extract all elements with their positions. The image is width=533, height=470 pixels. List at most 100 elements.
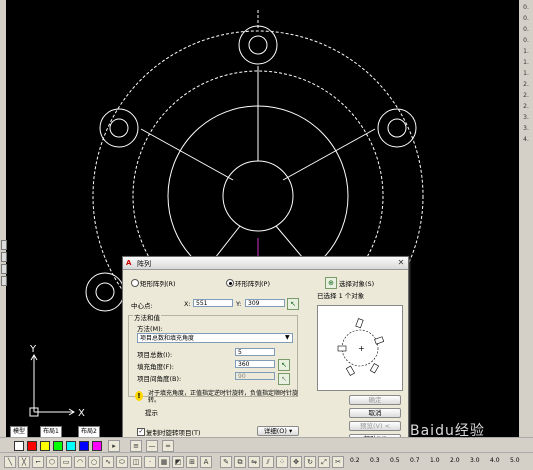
method-label: 方法(M):	[137, 325, 163, 333]
right-label: 4.	[523, 136, 529, 143]
chevron-down-icon[interactable]: ▼	[285, 334, 290, 341]
layout-tabs: 模型 布局1 布局2	[0, 426, 120, 438]
pick-fill-angle-icon[interactable]: ↖	[278, 359, 290, 371]
color-swatch-magenta[interactable]	[92, 441, 102, 451]
select-objects-icon[interactable]: ⊕	[325, 277, 337, 289]
lineweight-value[interactable]: 5.0	[510, 457, 520, 464]
move-tool-icon[interactable]: ✥	[290, 456, 302, 468]
top-bolt-inner	[248, 35, 268, 55]
method-select[interactable]: 项目总数和填充角度	[137, 333, 293, 343]
left-tool-button[interactable]	[1, 252, 7, 262]
autocad-logo-icon: A	[126, 259, 132, 267]
table-tool-icon[interactable]: ⊞	[186, 456, 198, 468]
right-label: 2.	[523, 103, 529, 110]
polygon-tool-icon[interactable]: ⬡	[46, 456, 58, 468]
left-tool-button[interactable]	[1, 276, 7, 286]
tip-label: 提示	[145, 409, 158, 417]
arc-tool-icon[interactable]: ◠	[74, 456, 86, 468]
selected-count: 已选择 1 个对象	[317, 292, 365, 300]
lineweight-value[interactable]: 0.7	[410, 457, 420, 464]
left-toolbar-strip	[0, 0, 7, 437]
scale-tool-icon[interactable]: ⤢	[318, 456, 330, 468]
lineweight-value[interactable]: 1.0	[430, 457, 440, 464]
hub-circle	[222, 160, 294, 232]
center-point-label: 中心点:	[131, 302, 153, 310]
lineweight-value[interactable]: 3.0	[470, 457, 480, 464]
layer-icon[interactable]: ≡	[130, 440, 142, 452]
rotate-items-checkbox[interactable]: ✓	[137, 428, 145, 436]
lineweight-value[interactable]: 0.5	[390, 457, 400, 464]
right-label: 0.	[523, 15, 529, 22]
rotate-tool-icon[interactable]: ↻	[304, 456, 316, 468]
cancel-button[interactable]: 取消	[349, 408, 401, 418]
point-tool-icon[interactable]: ·	[144, 456, 156, 468]
dialog-titlebar[interactable]: A 阵列 ✕	[123, 257, 408, 270]
dialog-title: 阵列	[137, 260, 151, 268]
offset-tool-icon[interactable]: ⫽	[262, 456, 274, 468]
right-label: 3.	[523, 114, 529, 121]
pick-item-angle-icon[interactable]: ↖	[278, 373, 290, 385]
array-tool-icon[interactable]: ⁘	[276, 456, 288, 468]
left-tool-button[interactable]	[1, 264, 7, 274]
rectangle-tool-icon[interactable]: ▭	[60, 456, 72, 468]
top-bolt-outer	[238, 25, 278, 65]
lineweight-value[interactable]: 0.2	[350, 457, 360, 464]
array-dialog: A 阵列 ✕ 矩形阵列(R) 环形阵列(P) ⊕ 选择对象(S) 已选择 1 个…	[122, 256, 409, 446]
rect-array-label: 矩形阵列(R)	[140, 280, 176, 288]
region-tool-icon[interactable]: ◩	[172, 456, 184, 468]
hatch-tool-icon[interactable]: ▦	[158, 456, 170, 468]
polyline-tool-icon[interactable]: ⌐	[32, 456, 44, 468]
block-tool-icon[interactable]: ◫	[130, 456, 142, 468]
lineweight-value[interactable]: 0.3	[370, 457, 380, 464]
total-items-input[interactable]: 5	[235, 348, 275, 356]
lineweight-value[interactable]: 4.0	[490, 457, 500, 464]
text-tool-icon[interactable]: A	[200, 456, 212, 468]
left-tool-button[interactable]	[1, 240, 7, 250]
rect-array-radio[interactable]	[131, 279, 139, 287]
ellipse-tool-icon[interactable]: ⬭	[116, 456, 128, 468]
right-label: 3.	[523, 125, 529, 132]
circle-tool-icon[interactable]: ○	[88, 456, 100, 468]
item-angle-input[interactable]: 90	[235, 372, 275, 380]
ok-button[interactable]: 确定	[349, 395, 401, 405]
color-swatch-white[interactable]	[14, 441, 24, 451]
copy-tool-icon[interactable]: ⧉	[234, 456, 246, 468]
total-items-label: 项目总数(I):	[137, 351, 173, 359]
xline-tool-icon[interactable]: ╳	[18, 456, 30, 468]
line-tool-icon[interactable]: ╲	[4, 456, 16, 468]
center-x-input[interactable]: 551	[193, 299, 233, 307]
lineweight-icon[interactable]: ═	[162, 440, 174, 452]
trim-tool-icon[interactable]: ✂	[332, 456, 344, 468]
polar-array-radio[interactable]	[226, 279, 234, 287]
right-label: 0.	[523, 26, 529, 33]
lineweight-value[interactable]: 2.0	[450, 457, 460, 464]
close-icon[interactable]: ✕	[396, 258, 406, 267]
method-group-title: 方法和值	[133, 312, 161, 322]
center-y-input[interactable]: 309	[245, 299, 285, 307]
fill-angle-label: 填充角度(F):	[137, 363, 175, 371]
fill-angle-input[interactable]: 360	[235, 360, 275, 368]
linetype-icon[interactable]: —	[146, 440, 158, 452]
right-label: 2.	[523, 92, 529, 99]
watermark: Baidu经验	[410, 423, 485, 439]
color-swatch-yellow[interactable]	[40, 441, 50, 451]
right-label: 1.	[523, 59, 529, 66]
color-swatch-blue[interactable]	[79, 441, 89, 451]
erase-tool-icon[interactable]: ✎	[220, 456, 232, 468]
color-swatch-red[interactable]	[27, 441, 37, 451]
y-label: Y:	[236, 300, 242, 308]
array-preview: +	[317, 305, 403, 391]
item-angle-label: 项目间角度(B):	[137, 375, 182, 383]
select-objects-button[interactable]: 选择对象(S)	[339, 278, 374, 288]
color-swatch-cyan[interactable]	[66, 441, 76, 451]
rotate-items-label: 复制时旋转项目(T)	[146, 429, 201, 437]
ucs-y-label: Y	[29, 344, 37, 355]
color-swatch-green[interactable]	[53, 441, 63, 451]
right-properties-strip: 0. 0. 0. 0. 1. 1. 1. 2. 2. 2. 3. 3. 4.	[519, 0, 533, 437]
mirror-tool-icon[interactable]: ⇋	[248, 456, 260, 468]
spline-tool-icon[interactable]: ∿	[102, 456, 114, 468]
more-colors-icon[interactable]: ▸	[108, 440, 120, 452]
more-button[interactable]: 详细(O) ▾	[257, 426, 299, 436]
preview-button[interactable]: 预览(V) <	[349, 421, 401, 431]
pick-center-icon[interactable]: ↖	[287, 298, 299, 310]
